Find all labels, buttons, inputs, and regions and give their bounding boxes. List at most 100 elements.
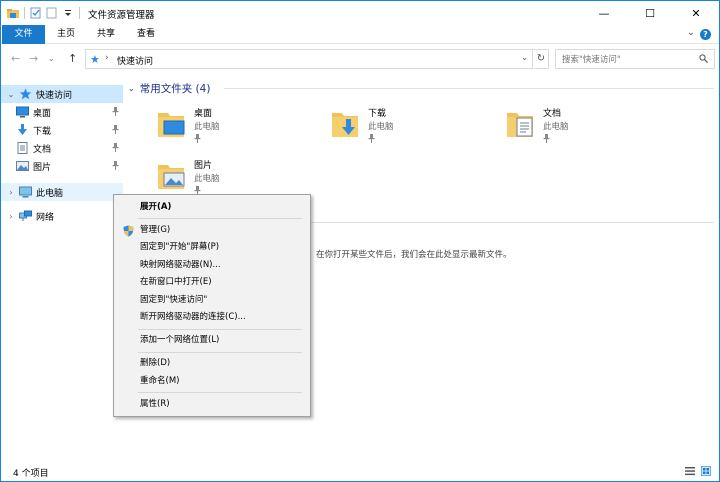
star-icon: ★ xyxy=(90,53,100,66)
nav-item-documents[interactable]: 文档 xyxy=(1,139,123,157)
address-row: ← → ⌄ ↑ ★ › 快速访问 ⌄ ↻ xyxy=(1,45,719,73)
computer-icon xyxy=(19,186,32,198)
menu-item-label: 管理(G) xyxy=(140,225,171,235)
folder-tile-downloads[interactable]: 下载 此电脑 xyxy=(324,103,494,149)
details-view-icon[interactable] xyxy=(685,466,695,476)
folder-location: 此电脑 xyxy=(194,174,220,184)
nav-item-this-pc[interactable]: › 此电脑 xyxy=(1,183,123,201)
folder-name: 下载 xyxy=(368,109,387,119)
navigation-pane: ⌄ 快速访问 桌面 下载 文档 图片 › 此电脑 › 网络 xyxy=(1,75,123,461)
help-icon[interactable]: ? xyxy=(700,29,711,40)
menu-item-manage[interactable]: 管理(G) xyxy=(116,222,308,239)
documents-icon xyxy=(16,142,29,154)
toolbar-separator xyxy=(24,7,25,19)
folder-location: 此电脑 xyxy=(368,122,394,132)
tab-file[interactable]: 文件 xyxy=(2,25,45,44)
address-bar[interactable]: ★ › 快速访问 ⌄ xyxy=(85,49,533,69)
search-icon xyxy=(699,54,708,63)
item-count: 4 个项目 xyxy=(13,469,49,479)
nav-label: 下载 xyxy=(33,126,52,137)
menu-item-properties[interactable]: 属性(R) xyxy=(116,396,308,413)
menu-item-open-in-new-window[interactable]: 在新窗口中打开(E) xyxy=(116,274,308,291)
breadcrumb[interactable]: 快速访问 xyxy=(117,54,153,67)
quick-access-toolbar xyxy=(7,6,81,20)
menu-separator xyxy=(138,329,302,330)
tab-share[interactable]: 共享 xyxy=(87,25,125,44)
shield-icon xyxy=(123,225,134,237)
nav-item-pictures[interactable]: 图片 xyxy=(1,157,123,175)
folder-tile-desktop[interactable]: 桌面 此电脑 xyxy=(150,103,320,149)
pin-icon xyxy=(368,134,375,143)
menu-item-expand[interactable]: 展开(A) xyxy=(116,199,308,216)
forward-button[interactable]: → xyxy=(29,52,38,65)
up-button[interactable]: ↑ xyxy=(68,52,77,65)
nav-item-desktop[interactable]: 桌面 xyxy=(1,103,123,121)
nav-label: 快速访问 xyxy=(36,90,73,101)
menu-separator xyxy=(138,218,302,219)
network-icon xyxy=(19,210,32,222)
folder-name: 文档 xyxy=(543,109,562,119)
menu-item-add-network-location[interactable]: 添加一个网络位置(L) xyxy=(116,332,308,349)
tab-view[interactable]: 查看 xyxy=(127,25,165,44)
expand-chevron-icon[interactable]: › xyxy=(6,212,16,221)
nav-item-quick-access[interactable]: ⌄ 快速访问 xyxy=(1,85,123,103)
folder-name: 桌面 xyxy=(194,109,213,119)
recent-files-empty-message: 在你打开某些文件后，我们会在此处显示最新文件。 xyxy=(316,250,512,260)
back-button[interactable]: ← xyxy=(11,52,20,65)
recent-locations-button[interactable]: ⌄ xyxy=(48,54,55,63)
group-title: 常用文件夹 (4) xyxy=(139,83,211,95)
tiles-view-icon[interactable] xyxy=(700,465,712,477)
pin-icon[interactable] xyxy=(112,143,119,152)
pin-icon[interactable] xyxy=(112,107,119,116)
pin-icon[interactable] xyxy=(112,161,119,170)
folder-location: 此电脑 xyxy=(543,122,569,132)
nav-item-network[interactable]: › 网络 xyxy=(1,207,123,225)
expand-ribbon-icon[interactable]: ⌄ xyxy=(687,27,695,38)
menu-item-rename[interactable]: 重命名(M) xyxy=(116,373,308,390)
menu-separator xyxy=(138,352,302,353)
maximize-button[interactable]: ☐ xyxy=(627,1,673,25)
address-dropdown-icon[interactable]: ⌄ xyxy=(521,53,528,62)
nav-label: 文档 xyxy=(33,144,52,155)
nav-label: 桌面 xyxy=(33,108,52,119)
properties-icon[interactable] xyxy=(30,7,42,19)
group-header-frequent-folders[interactable]: ⌄ 常用文件夹 (4) xyxy=(128,81,210,96)
customize-toolbar-icon[interactable] xyxy=(62,7,74,19)
minimize-button[interactable]: — xyxy=(581,1,627,25)
expand-chevron-icon[interactable]: › xyxy=(6,188,16,197)
nav-label: 图片 xyxy=(33,162,52,173)
search-box[interactable] xyxy=(555,49,715,69)
new-folder-icon[interactable] xyxy=(46,7,58,19)
nav-item-downloads[interactable]: 下载 xyxy=(1,121,123,139)
folder-download-icon xyxy=(330,107,360,139)
menu-item-map-network-drive[interactable]: 映射网络驱动器(N)... xyxy=(116,257,308,274)
download-icon xyxy=(16,124,29,136)
folder-name: 图片 xyxy=(194,161,213,171)
star-icon xyxy=(19,88,32,100)
group-divider xyxy=(224,88,714,89)
menu-item-pin-to-quick-access[interactable]: 固定到"快速访问" xyxy=(116,292,308,309)
folder-pictures-icon xyxy=(156,159,186,191)
collapse-chevron-icon[interactable]: ⌄ xyxy=(128,84,135,93)
context-menu: 展开(A) 管理(G) 固定到"开始"屏幕(P) 映射网络驱动器(N)... 在… xyxy=(113,194,311,417)
folder-location: 此电脑 xyxy=(194,122,220,132)
menu-item-delete[interactable]: 删除(D) xyxy=(116,355,308,372)
folder-tile-documents[interactable]: 文档 此电脑 xyxy=(499,103,669,149)
tab-home[interactable]: 主页 xyxy=(47,25,85,44)
search-input[interactable] xyxy=(562,53,692,66)
menu-item-disconnect-network-drive[interactable]: 断开网络驱动器的连接(C)... xyxy=(116,309,308,326)
breadcrumb-chevron-icon[interactable]: › xyxy=(105,53,109,63)
refresh-button[interactable]: ↻ xyxy=(534,49,549,69)
pin-icon xyxy=(194,134,201,143)
window-title: 文件资源管理器 xyxy=(88,10,155,21)
pictures-icon xyxy=(16,160,29,172)
close-button[interactable]: ✕ xyxy=(673,1,719,25)
nav-label: 网络 xyxy=(36,212,55,223)
expand-chevron-icon[interactable]: ⌄ xyxy=(6,90,16,99)
menu-item-pin-to-start[interactable]: 固定到"开始"屏幕(P) xyxy=(116,239,308,256)
pin-icon[interactable] xyxy=(112,125,119,134)
pin-icon xyxy=(543,134,550,143)
ribbon-tabs: 文件 主页 共享 查看 ⌄ ? xyxy=(1,25,719,44)
folder-app-icon xyxy=(7,7,19,19)
file-explorer-window: 文件资源管理器 — ☐ ✕ 文件 主页 共享 查看 ⌄ ? ← → ⌄ ↑ ★ … xyxy=(0,0,720,482)
